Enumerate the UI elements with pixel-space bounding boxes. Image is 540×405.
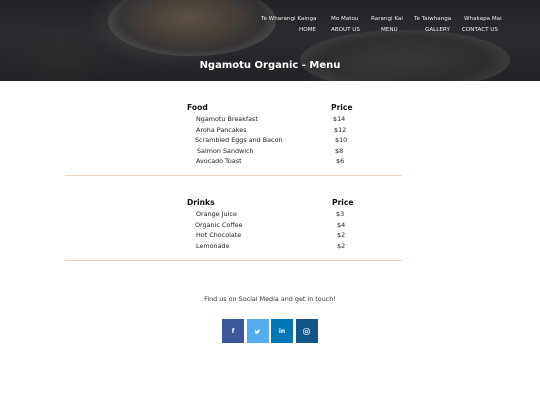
linkedin-icon: in: [278, 327, 286, 335]
menu-item-name: Hot Chocolate: [196, 231, 242, 239]
section-divider: [65, 175, 402, 176]
linkedin-button[interactable]: in: [271, 319, 293, 343]
menu-item-price: $8: [335, 147, 344, 155]
facebook-icon: f: [231, 327, 235, 335]
twitter-button[interactable]: [246, 319, 269, 343]
section-divider: [65, 260, 402, 261]
nav-link-whakapa-mai[interactable]: Whakapa Mai: [464, 16, 502, 22]
social-callout: Find us on Social Media and get in touch…: [204, 295, 336, 303]
instagram-icon: [303, 327, 310, 335]
menu-item-price: $14: [333, 115, 346, 123]
nav-link-rarangi-kai[interactable]: Rarangi Kai: [371, 16, 414, 22]
nav-maori: Te Wharangi Kainga Mo Matou Rarangi Kai …: [261, 16, 502, 22]
menu-item-name: Scrambled Eggs and Bacon: [195, 136, 283, 144]
drinks-price-heading: Price: [332, 198, 354, 207]
menu-item-name: Avocado Toast: [196, 157, 242, 165]
menu-item-name: Salmon Sandwich: [197, 147, 254, 155]
food-price-heading: Price: [331, 103, 353, 112]
instagram-button[interactable]: [295, 319, 318, 343]
drinks-heading: Drinks: [187, 198, 215, 207]
nav-link-about-us[interactable]: ABOUT US: [331, 27, 381, 33]
social-links: f in: [222, 319, 320, 343]
page-title: Ngamotu Organic - Menu: [199, 60, 341, 71]
menu-item-name: Aroha Pancakes: [196, 126, 247, 134]
menu-item-name: Organic Coffee: [195, 221, 243, 229]
facebook-button[interactable]: f: [222, 319, 244, 343]
nav-link-te-wharangi-kainga[interactable]: Te Wharangi Kainga: [261, 16, 331, 22]
food-heading: Food: [187, 103, 208, 112]
nav-english: HOME ABOUT US MENU GALLERY CONTACT US: [299, 27, 498, 33]
nav-link-contact-us[interactable]: CONTACT US: [462, 27, 498, 33]
nav-link-menu[interactable]: MENU: [381, 27, 425, 33]
menu-item-price: $2: [337, 242, 346, 250]
nav-link-gallery[interactable]: GALLERY: [425, 27, 462, 33]
menu-item-price: $10: [335, 136, 348, 144]
menu-item-price: $6: [336, 157, 345, 165]
menu-item-name: Orange Juice: [196, 210, 237, 218]
menu-item-name: Lemonade: [196, 242, 230, 250]
menu-item-price: $12: [334, 126, 347, 134]
menu-item-price: $2: [337, 231, 346, 239]
twitter-icon: [254, 329, 261, 334]
menu-item-price: $3: [336, 210, 345, 218]
nav-link-te-taiwhanga[interactable]: Te Taiwhanga: [414, 16, 464, 22]
hero-header: Te Wharangi Kainga Mo Matou Rarangi Kai …: [0, 0, 540, 81]
nav-link-home[interactable]: HOME: [299, 27, 331, 33]
menu-item-name: Ngamotu Breakfast: [196, 115, 258, 123]
nav-link-mo-matou[interactable]: Mo Matou: [331, 16, 371, 22]
menu-item-price: $4: [337, 221, 346, 229]
